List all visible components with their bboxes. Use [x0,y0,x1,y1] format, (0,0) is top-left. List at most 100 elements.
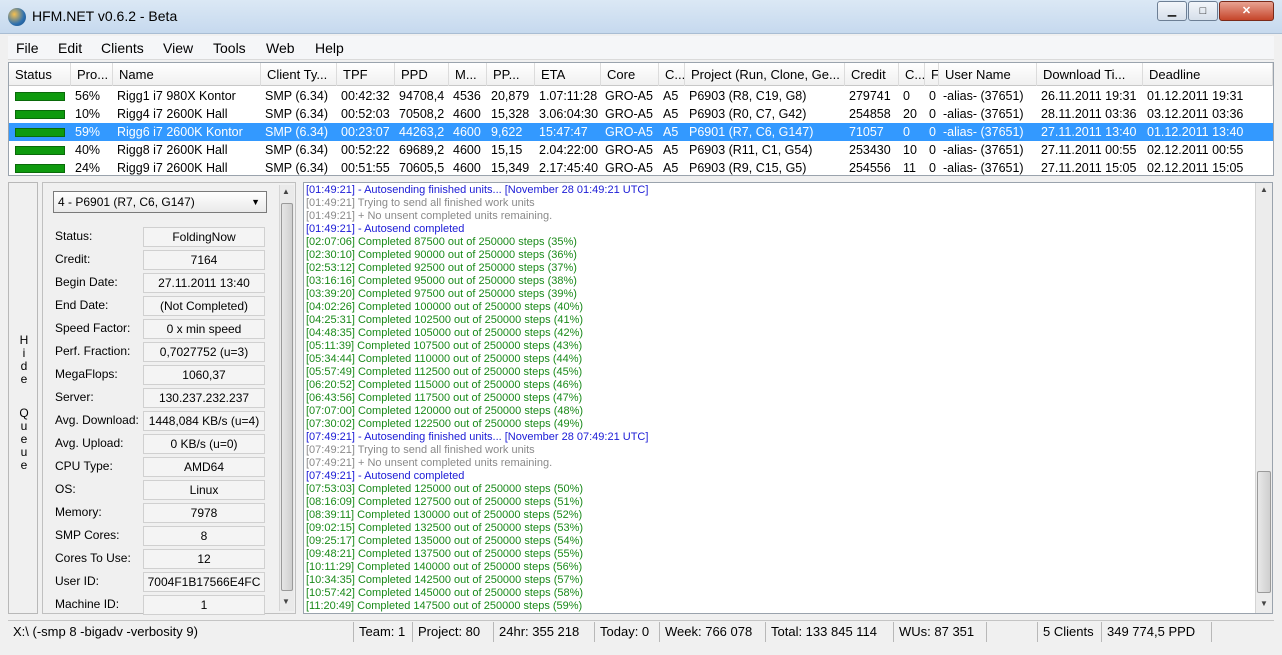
log-line: [09:48:21] Completed 137500 out of 25000… [306,548,584,560]
table-row[interactable]: 56% Rigg1 i7 980X Kontor SMP (6.34) 00:42:3… [9,87,1273,105]
scroll-down-icon[interactable]: ▼ [1260,599,1268,608]
column-header-13[interactable]: C... [899,63,925,86]
table-row[interactable]: 10% Rigg4 i7 2600K Hall SMP (6.34) 00:52:03… [9,105,1273,123]
column-header-14[interactable]: F [925,63,939,86]
log-panel: [01:49:21] - Autosending finished units.… [303,182,1273,614]
column-header-7[interactable]: PP... [487,63,535,86]
grid-cell: Rigg6 i7 2600K Kontor [117,125,243,139]
status-cell: 24hr: 355 218 [494,622,595,642]
column-header-11[interactable]: Project (Run, Clone, Ge... [685,63,845,86]
grid-cell: -alias- (37651) [943,125,1024,139]
grid-cell: Rigg1 i7 980X Kontor [117,89,236,103]
column-header-12[interactable]: Credit [845,63,899,86]
maximize-button[interactable]: □ [1188,1,1218,21]
scroll-thumb[interactable] [281,203,293,591]
column-header-9[interactable]: Core [601,63,659,86]
column-header-16[interactable]: Download Ti... [1037,63,1143,86]
hide-queue-letter: d [20,359,28,373]
column-header-17[interactable]: Deadline [1143,63,1273,86]
grid-cell: SMP (6.34) [265,125,328,139]
table-row[interactable]: 24% Rigg9 i7 2600K Hall SMP (6.34) 00:51:55… [9,159,1273,177]
grid-cell: Rigg9 i7 2600K Hall [117,161,228,175]
grid-cell: 00:23:07 [341,125,390,139]
column-header-8[interactable]: ETA [535,63,601,86]
grid-cell: 00:42:32 [341,89,390,103]
scroll-thumb[interactable] [1257,471,1271,593]
grid-cell: P6903 (R9, C15, G5) [689,161,807,175]
queue-field-label: User ID: [55,574,100,588]
log-line: [04:02:26] Completed 100000 out of 25000… [306,301,584,313]
menu-view[interactable]: View [163,40,193,56]
grid-cell: 0 [903,89,910,103]
column-header-2[interactable]: Name [113,63,261,86]
grid-cell: 01.12.2011 19:31 [1147,89,1244,103]
log-line: [02:30:10] Completed 90000 out of 250000… [306,249,577,261]
queue-field-value: 12 [143,549,265,569]
column-header-5[interactable]: PPD [395,63,449,86]
menu-edit[interactable]: Edit [58,40,82,56]
log-line: [04:25:31] Completed 102500 out of 25000… [306,314,584,326]
queue-field-label: Machine ID: [55,597,120,611]
hide-queue-letter: e [20,372,28,386]
window-title: HFM.NET v0.6.2 - Beta [32,8,178,24]
hide-queue-button[interactable]: HideQueue [8,182,38,614]
column-header-10[interactable]: C... [659,63,685,86]
queue-field-label: Memory: [55,505,102,519]
hide-queue-letter: H [19,333,29,347]
column-header-0[interactable]: Status [9,63,71,86]
table-row[interactable]: 59% Rigg6 i7 2600K Kontor SMP (6.34) 00:23:… [9,123,1273,141]
queue-field-value: 0,7027752 (u=3) [143,342,265,362]
grid-cell: 2.17:45:40 [539,161,599,175]
queue-scrollbar[interactable]: ▲ ▼ [279,185,294,611]
grid-cell: Rigg8 i7 2600K Hall [117,143,228,157]
grid-cell: 9,622 [491,125,523,139]
log-line: [06:43:56] Completed 117500 out of 25000… [306,392,583,404]
menu-help[interactable]: Help [315,40,344,56]
log-line: [04:48:35] Completed 105000 out of 25000… [306,327,584,339]
status-cell: WUs: 87 351 [894,622,987,642]
menu-file[interactable]: File [16,40,39,56]
log-line: [06:20:52] Completed 115000 out of 25000… [306,379,583,391]
grid-cell: A5 [663,89,679,103]
log-line: [07:49:21] + No unsent completed units r… [306,457,553,469]
grid-cell: A5 [663,161,679,175]
minimize-button[interactable]: ▁ [1157,1,1187,21]
grid-cell: 27.11.2011 13:40 [1041,125,1137,139]
column-header-3[interactable]: Client Ty... [261,63,337,86]
grid-cell: 15,15 [491,143,523,157]
queue-field-label: Server: [55,390,94,404]
column-header-1[interactable]: Pro... [71,63,113,86]
grid-cell: SMP (6.34) [265,161,328,175]
log-line: [01:49:21] - Autosend completed [306,223,465,235]
grid-cell: GRO-A5 [605,107,653,121]
queue-field-value: FoldingNow [143,227,265,247]
menu-clients[interactable]: Clients [101,40,144,56]
column-header-4[interactable]: TPF [337,63,395,86]
grid-cell: -alias- (37651) [943,143,1024,157]
queue-field-label: Begin Date: [55,275,118,289]
log-line: [01:49:21] - Autosending finished units.… [306,184,649,196]
grid-cell: 2.04:22:00 [539,143,599,157]
column-header-15[interactable]: User Name [939,63,1037,86]
column-header-6[interactable]: M... [449,63,487,86]
grid-cell: 15,349 [491,161,530,175]
grid-cell: SMP (6.34) [265,107,328,121]
menu-web[interactable]: Web [266,40,295,56]
menu-tools[interactable]: Tools [213,40,246,56]
close-button[interactable]: ✕ [1219,1,1274,21]
grid-cell: 0 [929,143,936,157]
grid-cell: GRO-A5 [605,125,653,139]
menu-bar: File Edit Clients View Tools Web Help [8,36,1274,60]
scroll-up-icon[interactable]: ▲ [1260,185,1268,194]
grid-cell: 70605,5 [399,161,445,175]
grid-cell: 01.12.2011 13:40 [1147,125,1244,139]
grid-cell: 0 [903,125,910,139]
grid-cell: 00:51:55 [341,161,390,175]
grid-cell: 0 [929,107,936,121]
queue-select[interactable]: 4 - P6901 (R7, C6, G147) ▼ [53,191,267,213]
table-row[interactable]: 40% Rigg8 i7 2600K Hall SMP (6.34) 00:52:22… [9,141,1273,159]
clients-grid: Status Pro... Name Client Ty... TPF PPD M... PP… [8,62,1274,176]
scroll-down-icon[interactable]: ▼ [282,597,290,606]
scroll-up-icon[interactable]: ▲ [282,187,290,196]
log-scrollbar[interactable]: ▲ ▼ [1255,183,1272,613]
